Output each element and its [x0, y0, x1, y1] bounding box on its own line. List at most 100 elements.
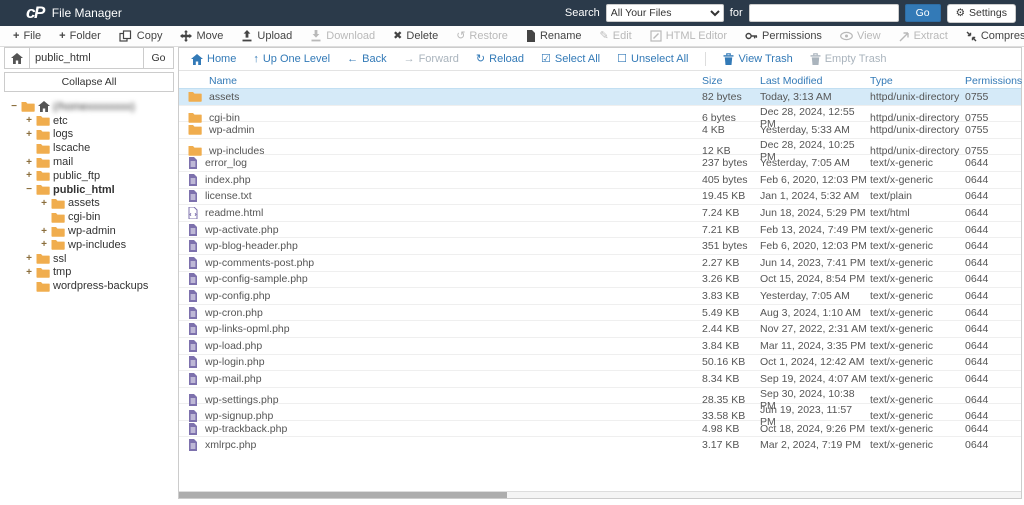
file-row-cgi-bin[interactable]: cgi-bin 6 bytes Dec 28, 2024, 12:55 PM http… [179, 104, 1021, 130]
file-row-wp-config.php[interactable]: wp-config.php 3.83 KB Yesterday, 7:05 AM te… [179, 287, 1021, 304]
nav-back[interactable]: ← Back [347, 53, 386, 65]
tree-item-lscache[interactable]: lscache [4, 141, 174, 155]
expand-node-icon[interactable]: + [40, 198, 48, 209]
tree-item-wp-admin[interactable]: + wp-admin [4, 224, 174, 238]
horizontal-scrollbar[interactable] [179, 491, 1021, 498]
tree-item-assets[interactable]: + assets [4, 197, 174, 211]
expand-node-icon[interactable]: + [25, 267, 33, 278]
cell-name: license.txt [179, 190, 702, 203]
tree-item-public_html[interactable]: − public_html [4, 183, 174, 197]
file-row-wp-config-sample.php[interactable]: wp-config-sample.php 3.26 KB Oct 15, 2024,… [179, 270, 1021, 288]
file-row-wp-admin[interactable]: wp-admin 4 KB Yesterday, 5:33 AM httpd/unix… [179, 121, 1021, 138]
toolbar-button-delete[interactable]: ✖ Delete [384, 26, 447, 46]
file-name: wp-activate.php [205, 223, 279, 236]
toolbar-button-label: Rename [539, 30, 582, 42]
file-row-wp-mail.php[interactable]: wp-mail.php 8.34 KB Sep 19, 2024, 4:07 AM t… [179, 370, 1021, 387]
file-row-wp-signup.php[interactable]: wp-signup.php 33.58 KB Jun 19, 2023, 11:57… [179, 403, 1021, 428]
toolbar-button-compress[interactable]: Compress [957, 26, 1024, 46]
file-icon [189, 306, 197, 319]
file-row-error_log[interactable]: error_log 237 bytes Yesterday, 7:05 AM text… [179, 154, 1021, 171]
tree-item-etc[interactable]: + etc [4, 114, 174, 128]
file-row-index.php[interactable]: index.php 405 bytes Feb 6, 2020, 12:03 PM t… [179, 170, 1021, 188]
cell-permissions: 0644 [965, 393, 989, 406]
collapse-node-icon[interactable]: − [10, 101, 18, 112]
file-row-wp-links-opml.php[interactable]: wp-links-opml.php 2.44 KB Nov 27, 2022, 2:… [179, 320, 1021, 337]
path-go-button[interactable]: Go [144, 47, 174, 69]
tree-item-tmp[interactable]: + tmp [4, 266, 174, 280]
expand-node-icon[interactable]: + [40, 239, 48, 250]
expand-node-icon[interactable]: + [25, 253, 33, 264]
tree-item-wordpress-backups[interactable]: wordpress-backups [4, 279, 174, 293]
toolbar-button-move[interactable]: Move [171, 26, 232, 46]
home-icon [11, 52, 23, 64]
file-row-wp-settings.php[interactable]: wp-settings.php 28.35 KB Sep 30, 2024, 10:… [179, 386, 1021, 412]
cell-permissions: 0644 [965, 323, 989, 336]
expand-node-icon[interactable]: + [25, 157, 33, 168]
settings-button[interactable]: ⚙ Settings [946, 3, 1016, 23]
toolbar-button-view: View [831, 26, 890, 46]
tree-item-public_ftp[interactable]: + public_ftp [4, 169, 174, 183]
toolbar-button-edit: ✎ Edit [591, 26, 641, 46]
cell-size: 237 bytes [702, 157, 748, 170]
cell-type: text/x-generic [870, 339, 934, 352]
nav-forward: → Forward [404, 53, 459, 65]
file-row-wp-trackback.php[interactable]: wp-trackback.php 4.98 KB Oct 18, 2024, 9:2… [179, 419, 1021, 437]
search-input[interactable] [748, 4, 899, 22]
file-icon [189, 356, 197, 369]
tree-item-logs[interactable]: + logs [4, 128, 174, 142]
collapse-all-button[interactable]: Collapse All [4, 72, 174, 92]
toolbar-button-file[interactable]: + File [4, 26, 50, 46]
nav-select-all[interactable]: ☑ Select All [541, 53, 600, 65]
tree-item-cgi-bin[interactable]: cgi-bin [4, 210, 174, 224]
cell-modified: Oct 18, 2024, 9:26 PM [760, 422, 866, 435]
file-icon [189, 393, 197, 406]
nav-view-trash[interactable]: View Trash [723, 53, 793, 65]
nav-reload[interactable]: ↻ Reload [476, 53, 524, 65]
file-row-license.txt[interactable]: license.txt 19.45 KB Jan 1, 2024, 5:32 AM t… [179, 187, 1021, 205]
path-input[interactable] [30, 47, 144, 69]
scrollbar-thumb[interactable] [179, 492, 508, 498]
tree-item-mail[interactable]: + mail [4, 155, 174, 169]
cell-name: wp-trackback.php [179, 422, 702, 435]
expand-node-icon[interactable]: + [25, 170, 33, 181]
column-header-permissions[interactable]: Permissions [965, 75, 1022, 87]
file-row-xmlrpc.php[interactable]: xmlrpc.php 3.17 KB Mar 2, 2024, 7:19 PM tex… [179, 436, 1021, 453]
nav-up-one-level[interactable]: ↑ Up One Level [253, 53, 330, 65]
sidebar: Go Collapse All − (/homexxxxxxxx) + etc + log… [4, 47, 174, 501]
toolbar-button-folder[interactable]: + Folder [50, 26, 110, 46]
tree-item-root[interactable]: − (/homexxxxxxxx) [4, 100, 174, 114]
toolbar-button-copy[interactable]: Copy [110, 26, 172, 46]
toolbar-button-rename[interactable]: Rename [517, 26, 591, 46]
nav-unselect-all[interactable]: ☐ Unselect All [617, 53, 688, 65]
search-scope-select[interactable]: All Your Files [605, 4, 724, 22]
file-row-wp-cron.php[interactable]: wp-cron.php 5.49 KB Aug 3, 2024, 1:10 AM te… [179, 303, 1021, 321]
cell-type: text/x-generic [870, 306, 934, 319]
home-path-button[interactable] [4, 47, 30, 69]
file-row-wp-load.php[interactable]: wp-load.php 3.84 KB Mar 11, 2024, 3:35 PM t… [179, 336, 1021, 354]
tree-item-wp-includes[interactable]: + wp-includes [4, 238, 174, 252]
cell-name: wp-cron.php [179, 306, 702, 319]
file-row-wp-login.php[interactable]: wp-login.php 50.16 KB Oct 1, 2024, 12:42 A… [179, 353, 1021, 371]
file-row-wp-includes[interactable]: wp-includes 12 KB Dec 28, 2024, 10:25 PM ht… [179, 137, 1021, 163]
column-header-type[interactable]: Type [870, 75, 965, 87]
expand-node-icon[interactable]: + [25, 129, 33, 140]
folder-icon [36, 129, 50, 140]
tree-item-ssl[interactable]: + ssl [4, 252, 174, 266]
file-row-readme.html[interactable]: readme.html 7.24 KB Jun 18, 2024, 5:29 PM t… [179, 204, 1021, 221]
file-row-wp-activate.php[interactable]: wp-activate.php 7.21 KB Feb 13, 2024, 7:49… [179, 220, 1021, 238]
expand-node-icon[interactable]: + [40, 226, 48, 237]
toolbar-button-permissions[interactable]: Permissions [736, 26, 831, 46]
column-header-name[interactable]: Name [179, 75, 702, 87]
toolbar-button-upload[interactable]: Upload [232, 26, 301, 46]
file-icon [189, 240, 197, 253]
search-go-button[interactable]: Go [904, 4, 941, 22]
file-row-wp-comments-post.php[interactable]: wp-comments-post.php 2.27 KB Jun 14, 2023,… [179, 253, 1021, 271]
collapse-node-icon[interactable]: − [25, 184, 33, 195]
file-row-assets[interactable]: assets 82 bytes Today, 3:13 AM httpd/unix-d… [179, 88, 1021, 105]
column-header-modified[interactable]: Last Modified [760, 75, 870, 87]
column-header-size[interactable]: Size [702, 75, 760, 87]
expand-node-icon[interactable]: + [25, 115, 33, 126]
file-name: wp-config-sample.php [205, 273, 308, 286]
nav-home[interactable]: Home [191, 53, 236, 65]
file-row-wp-blog-header.php[interactable]: wp-blog-header.php 351 bytes Feb 6, 2020, … [179, 237, 1021, 254]
